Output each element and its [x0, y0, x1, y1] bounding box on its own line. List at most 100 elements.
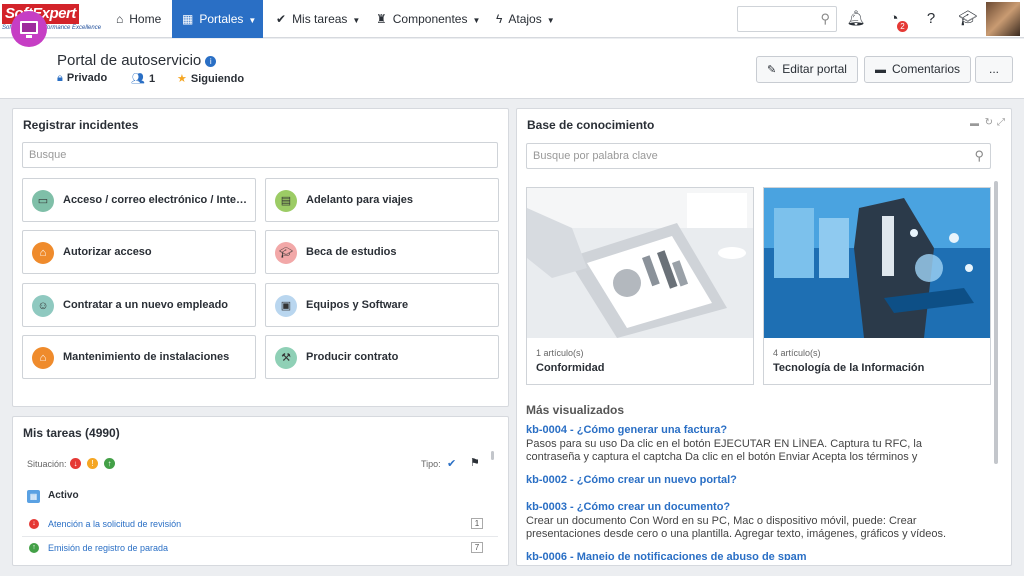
nav-atajos[interactable]: ϟ Atajos ▼ [486, 0, 565, 38]
task-link[interactable]: Emisión de registro de parada [48, 543, 168, 553]
category-card-conformidad[interactable]: 1 artículo(s) Conformidad [526, 187, 754, 385]
flag-icon[interactable]: ⚑ [470, 456, 480, 469]
task-link[interactable]: Atención a la solicitud de revisión [48, 519, 181, 529]
status-ok-icon[interactable]: ↑ [104, 458, 115, 469]
incident-card[interactable]: ⚒ Producir contrato [265, 335, 499, 379]
article-link[interactable]: kb-0002 - ¿Cómo crear un nuevo portal? [526, 474, 737, 486]
chevron-down-icon: ▼ [352, 16, 361, 25]
tasks-scrollbar[interactable] [491, 451, 494, 460]
knowledge-search-placeholder: Busque por palabra clave [533, 150, 658, 162]
more-button[interactable]: ... [975, 56, 1013, 83]
incident-card[interactable]: ⌂ Autorizar acceso [22, 230, 256, 274]
chevron-down-icon: ▼ [248, 16, 257, 25]
article-link[interactable]: kb-0003 - ¿Cómo crear un documento? [526, 501, 730, 513]
search-icon[interactable]: ⚲ [974, 144, 984, 168]
comment-icon[interactable]: ▬ [970, 118, 979, 128]
comment-icon: ▬ [875, 64, 886, 76]
category-name: Conformidad [536, 362, 605, 374]
page-title-text: Portal de autoservicio [57, 52, 202, 69]
incident-card[interactable]: ⌂ Mantenimiento de instalaciones [22, 335, 256, 379]
situation-label: Situación: [27, 459, 67, 469]
chevron-down-icon: ▼ [546, 16, 555, 25]
category-card-ti[interactable]: 4 artículo(s) Tecnología de la Informaci… [763, 187, 991, 385]
edit-portal-label: Editar portal [782, 62, 847, 76]
user-avatar[interactable] [986, 2, 1020, 36]
article-description: Pasos para su uso Da clic en el botón EJ… [526, 438, 922, 463]
nav-mis-tareas[interactable]: ✔ Mis tareas ▼ [266, 0, 370, 38]
incident-card[interactable]: ▣ Equipos y Software [265, 283, 499, 327]
ti-image [764, 188, 990, 338]
info-icon[interactable]: i [205, 56, 217, 67]
edit-portal-button[interactable]: ✎ Editar portal [756, 56, 858, 83]
comments-button[interactable]: ▬ Comentarios [864, 56, 972, 83]
chevron-down-icon: ▼ [472, 16, 481, 25]
nav-home[interactable]: ⌂ Home [106, 0, 171, 38]
incident-label: Beca de estudios [306, 246, 397, 258]
status-late-icon: ↓ [29, 519, 39, 529]
home-icon: ⌂ [116, 12, 124, 26]
members-label: 1 [148, 73, 156, 85]
status-warning-icon[interactable]: ! [87, 458, 98, 469]
article-clip: kb-0006 - Manejo de notificaciones de ab… [526, 551, 996, 560]
incident-label: Acceso / correo electrónico / Internet [63, 194, 248, 206]
graduation-icon: 🎓︎ [275, 242, 297, 264]
category-count: 1 artículo(s) [536, 348, 584, 358]
incident-card[interactable]: ▭ Acceso / correo electrónico / Internet [22, 178, 256, 222]
building-icon: ▦ [27, 490, 40, 503]
global-search-input[interactable]: ⚲ [737, 6, 837, 32]
nav-componentes[interactable]: ♜ Componentes ▼ [366, 0, 490, 38]
incident-label: Equipos y Software [306, 299, 409, 311]
nav-portales-label: Portales [199, 12, 244, 26]
incidents-search-input[interactable]: Busque [22, 142, 498, 168]
activity-icon[interactable]: ◔ 2 [883, 8, 908, 32]
bolt-icon: ϟ [496, 12, 503, 26]
window-icon: ▣ [275, 295, 297, 317]
incident-label: Adelanto para viajes [306, 194, 413, 206]
incident-label: Autorizar acceso [63, 246, 152, 258]
most-viewed-title: Más visualizados [526, 403, 625, 417]
trophy-icon: ♜ [376, 12, 387, 26]
task-count: 7 [471, 542, 483, 553]
incident-label: Mantenimiento de instalaciones [63, 351, 230, 363]
graduation-icon[interactable]: 🎓︎ [957, 8, 979, 30]
house-icon: ⌂ [32, 347, 54, 369]
article-link[interactable]: kb-0006 - Manejo de notificaciones de ab… [526, 551, 807, 560]
members-count[interactable]: 👥︎ 1 [131, 72, 155, 85]
tasks-title: Mis tareas (4990) [23, 426, 120, 440]
activity-badge: 2 [897, 21, 908, 32]
nav-atajos-label: Atajos [508, 12, 542, 26]
task-count: 1 [471, 518, 483, 529]
incident-card[interactable]: 🎓︎ Beca de estudios [265, 230, 499, 274]
users-icon: 👥︎ [131, 73, 145, 85]
person-icon: ☺ [32, 295, 54, 317]
privacy-label: Privado [66, 72, 108, 84]
following-status[interactable]: ★ Siguiendo [177, 72, 244, 85]
article-link[interactable]: kb-0004 - ¿Cómo generar una factura? [526, 424, 727, 436]
status-late-icon[interactable]: ↓ [70, 458, 81, 469]
pencil-icon: ✎ [767, 64, 777, 76]
following-label: Siguiendo [190, 73, 245, 85]
incidents-title: Registrar incidentes [23, 118, 139, 132]
knowledge-title: Base de conocimiento [527, 118, 655, 132]
incident-card[interactable]: ▤ Adelanto para viajes [265, 178, 499, 222]
knowledge-search-input[interactable]: Busque por palabra clave ⚲ [526, 143, 991, 169]
more-label: ... [988, 62, 999, 76]
money-icon: ▤ [275, 190, 297, 212]
incident-card[interactable]: ☺ Contratar a un nuevo empleado [22, 283, 256, 327]
expand-icon[interactable]: ⤢ [997, 117, 1005, 128]
lock-icon: 🔒︎ [57, 72, 63, 84]
article-description: Crear un documento Con Word en su PC, Ma… [526, 515, 947, 540]
check-icon[interactable]: ✔ [447, 457, 456, 470]
category-name: Tecnología de la Información [773, 362, 925, 374]
status-ok-icon: ↑ [29, 543, 39, 553]
search-icon[interactable]: ⚲ [820, 11, 830, 27]
incident-label: Producir contrato [306, 351, 399, 363]
knowledge-scrollbar[interactable] [994, 181, 998, 464]
house-icon: ⌂ [32, 242, 54, 264]
bell-icon[interactable]: 🔔︎ [845, 8, 867, 30]
monitor-icon: ▭ [32, 190, 54, 212]
divider [22, 536, 498, 537]
refresh-icon[interactable]: ↻ [985, 117, 993, 128]
help-icon[interactable]: ? [920, 8, 942, 30]
nav-portales[interactable]: ▦ Portales ▼ [172, 0, 263, 38]
